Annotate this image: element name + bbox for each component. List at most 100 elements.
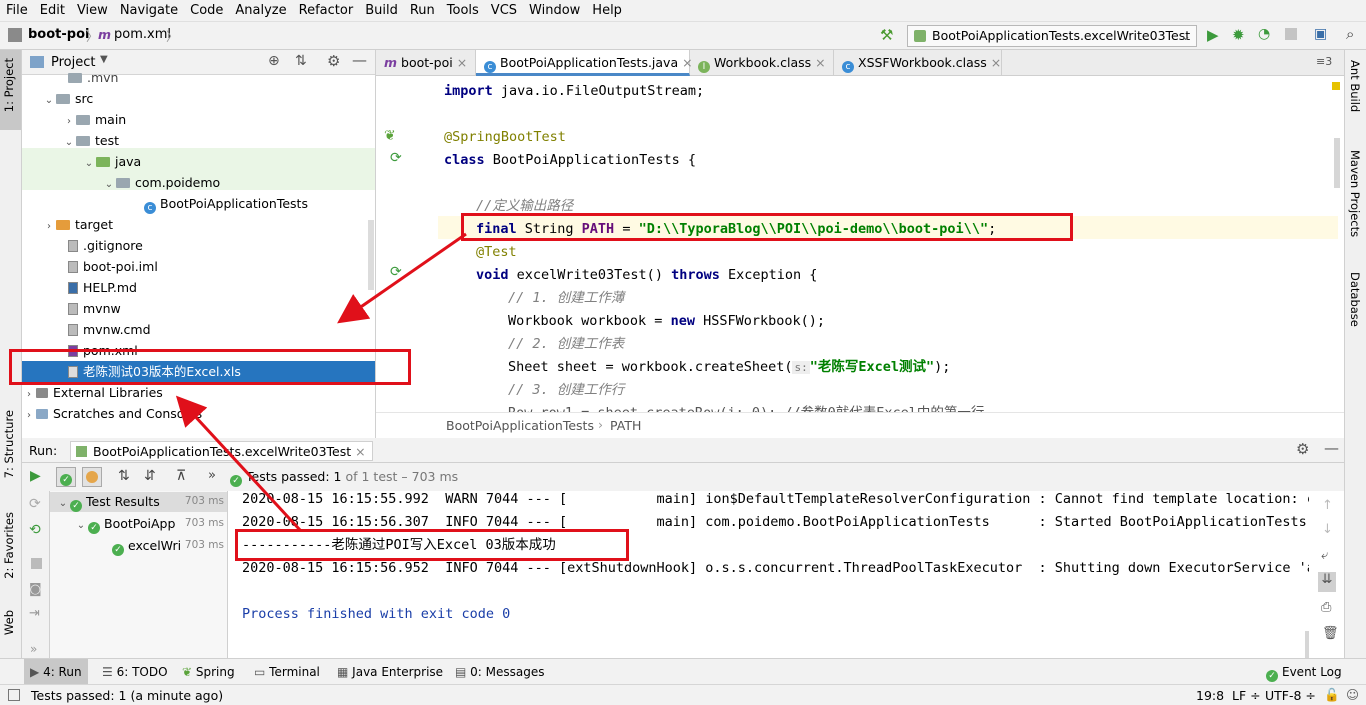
code-line[interactable]: import java.io.FileOutputStream; [444, 80, 704, 103]
expand-collapse-icon[interactable]: ⊼ [176, 468, 186, 484]
inspector-icon[interactable]: ☺ [1346, 687, 1359, 702]
scroll-to-end-icon[interactable]: ⇊ [1318, 572, 1336, 592]
tree-item-test-class[interactable]: c BootPoiApplicationTests [22, 193, 375, 214]
tool-window-toggle-icon[interactable] [8, 689, 20, 701]
breadcrumb-project[interactable]: boot-poi [28, 27, 89, 42]
breadcrumb-file[interactable]: pom.xml [114, 27, 171, 42]
menu-vcs[interactable]: VCS [485, 3, 523, 18]
trash-icon[interactable]: 🗑 [1322, 626, 1339, 641]
tree-item-target[interactable]: › target [22, 214, 375, 235]
run-config-tab[interactable]: BootPoiApplicationTests.excelWrite03Test… [70, 441, 373, 461]
tree-item-java[interactable]: ⌄ java [22, 151, 375, 172]
run-icon[interactable]: ▶ [1207, 26, 1219, 44]
tool-tab-web[interactable]: Web [2, 610, 16, 635]
code-line[interactable]: Workbook workbook = new HSSFWorkbook(); [508, 310, 825, 333]
lock-icon[interactable]: 🔓 [1324, 687, 1340, 703]
tree-item-mvnw[interactable]: mvnw [22, 298, 375, 319]
minimize-icon[interactable]: — [1324, 439, 1339, 457]
print-icon[interactable]: ⎙ [1321, 600, 1331, 615]
tool-tab-terminal[interactable]: ▭ Terminal [254, 659, 320, 685]
more-icon[interactable]: » [30, 642, 37, 656]
build-hammer-icon[interactable]: ⚒ [880, 26, 893, 44]
sort-alpha-icon[interactable]: ⇅ [118, 468, 130, 484]
test-node-class[interactable]: ⌄ ✓ BootPoiApp 703 ms [74, 513, 226, 534]
test-node-root[interactable]: ⌄ ✓ Test Results 703 ms [56, 491, 226, 512]
arrow-up-icon[interactable]: ↑ [1322, 498, 1333, 513]
test-node-method[interactable]: ✓ excelWri 703 ms [112, 535, 226, 556]
stop-icon[interactable] [1285, 28, 1297, 40]
spring-bean-icon[interactable]: ❦ [384, 128, 396, 144]
console-scrollbar[interactable] [1305, 631, 1309, 658]
code-line[interactable]: class BootPoiApplicationTests { [444, 149, 696, 172]
camera-icon[interactable]: ◙ [29, 582, 42, 597]
show-passed-toggle[interactable]: ✓ [56, 467, 76, 487]
console-output[interactable]: 2020-08-15 16:15:55.992 WARN 7044 --- [ … [229, 491, 1309, 658]
tree-item-com-poidemo[interactable]: ⌄ com.poidemo [22, 172, 375, 193]
caret-down-icon[interactable]: ▼ [100, 54, 108, 65]
menu-refactor[interactable]: Refactor [293, 3, 360, 18]
tree-item-gitignore[interactable]: .gitignore [22, 235, 375, 256]
tree-item-main[interactable]: › main [22, 109, 375, 130]
run-test-gutter-icon[interactable]: ⟳ [390, 150, 402, 166]
tool-tab-spring[interactable]: ❦ Spring [182, 659, 235, 685]
tab-xssfworkbook-class[interactable]: c XSSFWorkbook.class × [834, 50, 1002, 76]
tool-tab-favorites[interactable]: 2: Favorites [2, 512, 16, 579]
menu-view[interactable]: View [71, 3, 114, 18]
tree-item-help-md[interactable]: HELP.md [22, 277, 375, 298]
more-toolbar-icon[interactable]: » [208, 468, 216, 483]
tool-tab-database[interactable]: Database [1348, 272, 1362, 327]
menu-run[interactable]: Run [404, 3, 441, 18]
tree-item-mvn[interactable]: .mvn [22, 67, 375, 88]
rerun-failed-icon[interactable]: ⟳ [29, 496, 41, 512]
tool-tab-structure[interactable]: 7: Structure [2, 410, 16, 478]
menu-file[interactable]: File [0, 3, 34, 18]
toggle-auto-test-icon[interactable]: ⟲ [29, 522, 41, 538]
code-line-clipped[interactable]: Row row1 = sheet.createRow(i: 0); //参数0就… [508, 402, 984, 412]
code-line[interactable]: Sheet sheet = workbook.createSheet(s: "老陈… [508, 356, 950, 379]
cursor-position[interactable]: 19:8 [1196, 688, 1224, 703]
tool-tab-java-enterprise[interactable]: ▦ Java Enterprise [337, 659, 443, 685]
debug-icon[interactable]: ✹ [1232, 26, 1245, 44]
tool-tab-messages[interactable]: ▤ 0: Messages [455, 659, 545, 685]
tree-item-external-libraries[interactable]: › External Libraries [22, 382, 375, 403]
gear-icon[interactable]: ⚙ [1296, 440, 1309, 458]
tool-tab-run[interactable]: ▶ 4: Run [30, 659, 82, 685]
code-line[interactable]: @SpringBootTest [444, 126, 566, 149]
show-ignored-toggle[interactable] [82, 467, 102, 487]
menu-build[interactable]: Build [359, 3, 404, 18]
tool-tab-todo[interactable]: ☰ 6: TODO [102, 659, 168, 685]
exit-icon[interactable]: ⇥ [29, 606, 40, 621]
menu-code[interactable]: Code [184, 3, 229, 18]
tool-tab-maven[interactable]: Maven Projects [1348, 150, 1362, 237]
tab-test-java-active[interactable]: c BootPoiApplicationTests.java × [476, 50, 693, 76]
code-line[interactable]: void excelWrite03Test() throws Exception… [476, 264, 817, 287]
coverage-icon[interactable]: ◔ [1258, 26, 1270, 42]
tree-item-mvnw-cmd[interactable]: mvnw.cmd [22, 319, 375, 340]
menu-analyze[interactable]: Analyze [229, 3, 292, 18]
tab-overflow-count[interactable]: ≡3 [1316, 55, 1332, 68]
breadcrumb-class[interactable]: BootPoiApplicationTests [446, 418, 594, 433]
rerun-icon[interactable]: ▶ [30, 468, 41, 484]
breadcrumb-field[interactable]: PATH [610, 418, 641, 433]
stop-icon[interactable] [31, 558, 42, 569]
editor-scrollbar[interactable] [1334, 138, 1340, 188]
menu-tools[interactable]: Tools [441, 3, 485, 18]
line-ending[interactable]: LF ÷ [1232, 688, 1261, 703]
sort-duration-icon[interactable]: ⇵ [144, 468, 156, 484]
code-line[interactable]: @Test [476, 241, 517, 264]
file-encoding[interactable]: UTF-8 ÷ [1265, 688, 1316, 703]
project-scrollbar[interactable] [368, 220, 374, 290]
code-line[interactable]: // 1. 创建工作薄 [508, 287, 624, 310]
menu-navigate[interactable]: Navigate [114, 3, 184, 18]
code-line[interactable]: // 2. 创建工作表 [508, 333, 624, 356]
tool-tab-ant-build[interactable]: Ant Build [1348, 60, 1362, 112]
tab-boot-poi[interactable]: m boot-poi × [376, 50, 476, 76]
event-log-button[interactable]: ✓ Event Log [1266, 659, 1342, 685]
run-method-gutter-icon[interactable]: ⟳ [390, 264, 402, 280]
run-config-select[interactable]: BootPoiApplicationTests.excelWrite03Test… [907, 25, 1197, 47]
tree-item-src[interactable]: ⌄ src [22, 88, 375, 109]
arrow-down-icon[interactable]: ↓ [1322, 522, 1333, 537]
menu-edit[interactable]: Edit [34, 3, 71, 18]
soft-wrap-icon[interactable]: ⤶ [1321, 548, 1328, 563]
code-line[interactable]: // 3. 创建工作行 [508, 379, 624, 402]
